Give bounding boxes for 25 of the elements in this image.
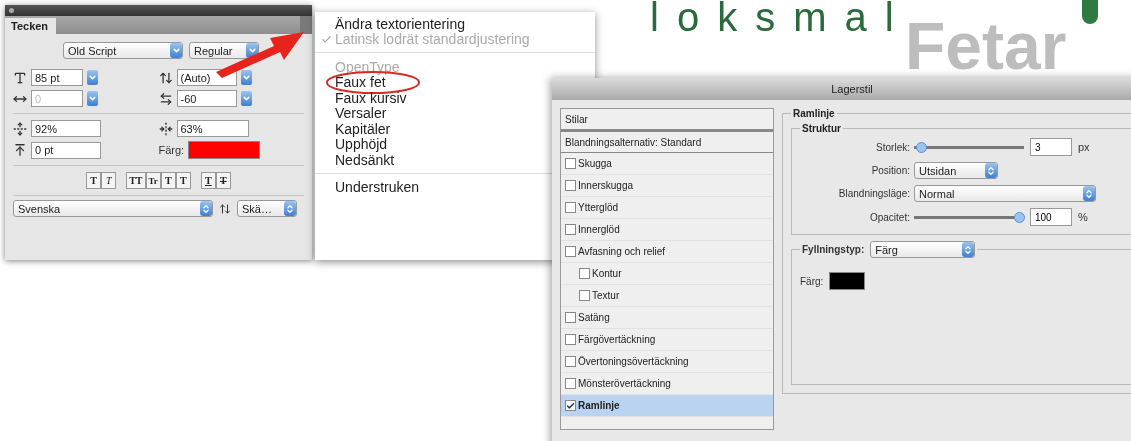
- effect-label: Ramlinje: [578, 400, 620, 411]
- field-label: Fyllningstyp:: [802, 244, 865, 255]
- field-label: Opacitet:: [868, 211, 910, 223]
- group-title: Ramlinje: [792, 108, 836, 119]
- effect-label: Mönsterövertäckning: [578, 378, 671, 389]
- unit-label: px: [1078, 141, 1090, 153]
- field-label: Blandningsläge:: [837, 188, 910, 199]
- effect-label: Övertoningsövertäckning: [578, 356, 689, 367]
- subheadline: Fetar: [905, 14, 1067, 78]
- effect-label: Kontur: [592, 268, 622, 279]
- effect-label: Textur: [592, 290, 620, 301]
- color-label: Färg:: [158, 144, 185, 156]
- effect-label: Innerskugga: [578, 180, 634, 191]
- effect-label: Färgövertäckning: [578, 334, 656, 345]
- effect-label: Ytterglöd: [578, 202, 619, 213]
- dialog-title: Lagerstil: [552, 78, 1131, 100]
- effect-label: Skugga: [578, 158, 612, 169]
- group-title: Struktur: [801, 123, 842, 134]
- unit-label: %: [1078, 211, 1088, 223]
- field-label: Färg:: [800, 275, 824, 287]
- effect-label: Avfasning och relief: [578, 246, 666, 257]
- effect-label: Satäng: [578, 312, 610, 323]
- field-label: Position:: [870, 165, 910, 176]
- field-label: Storlek:: [875, 141, 910, 153]
- effect-label: Innerglöd: [578, 224, 620, 235]
